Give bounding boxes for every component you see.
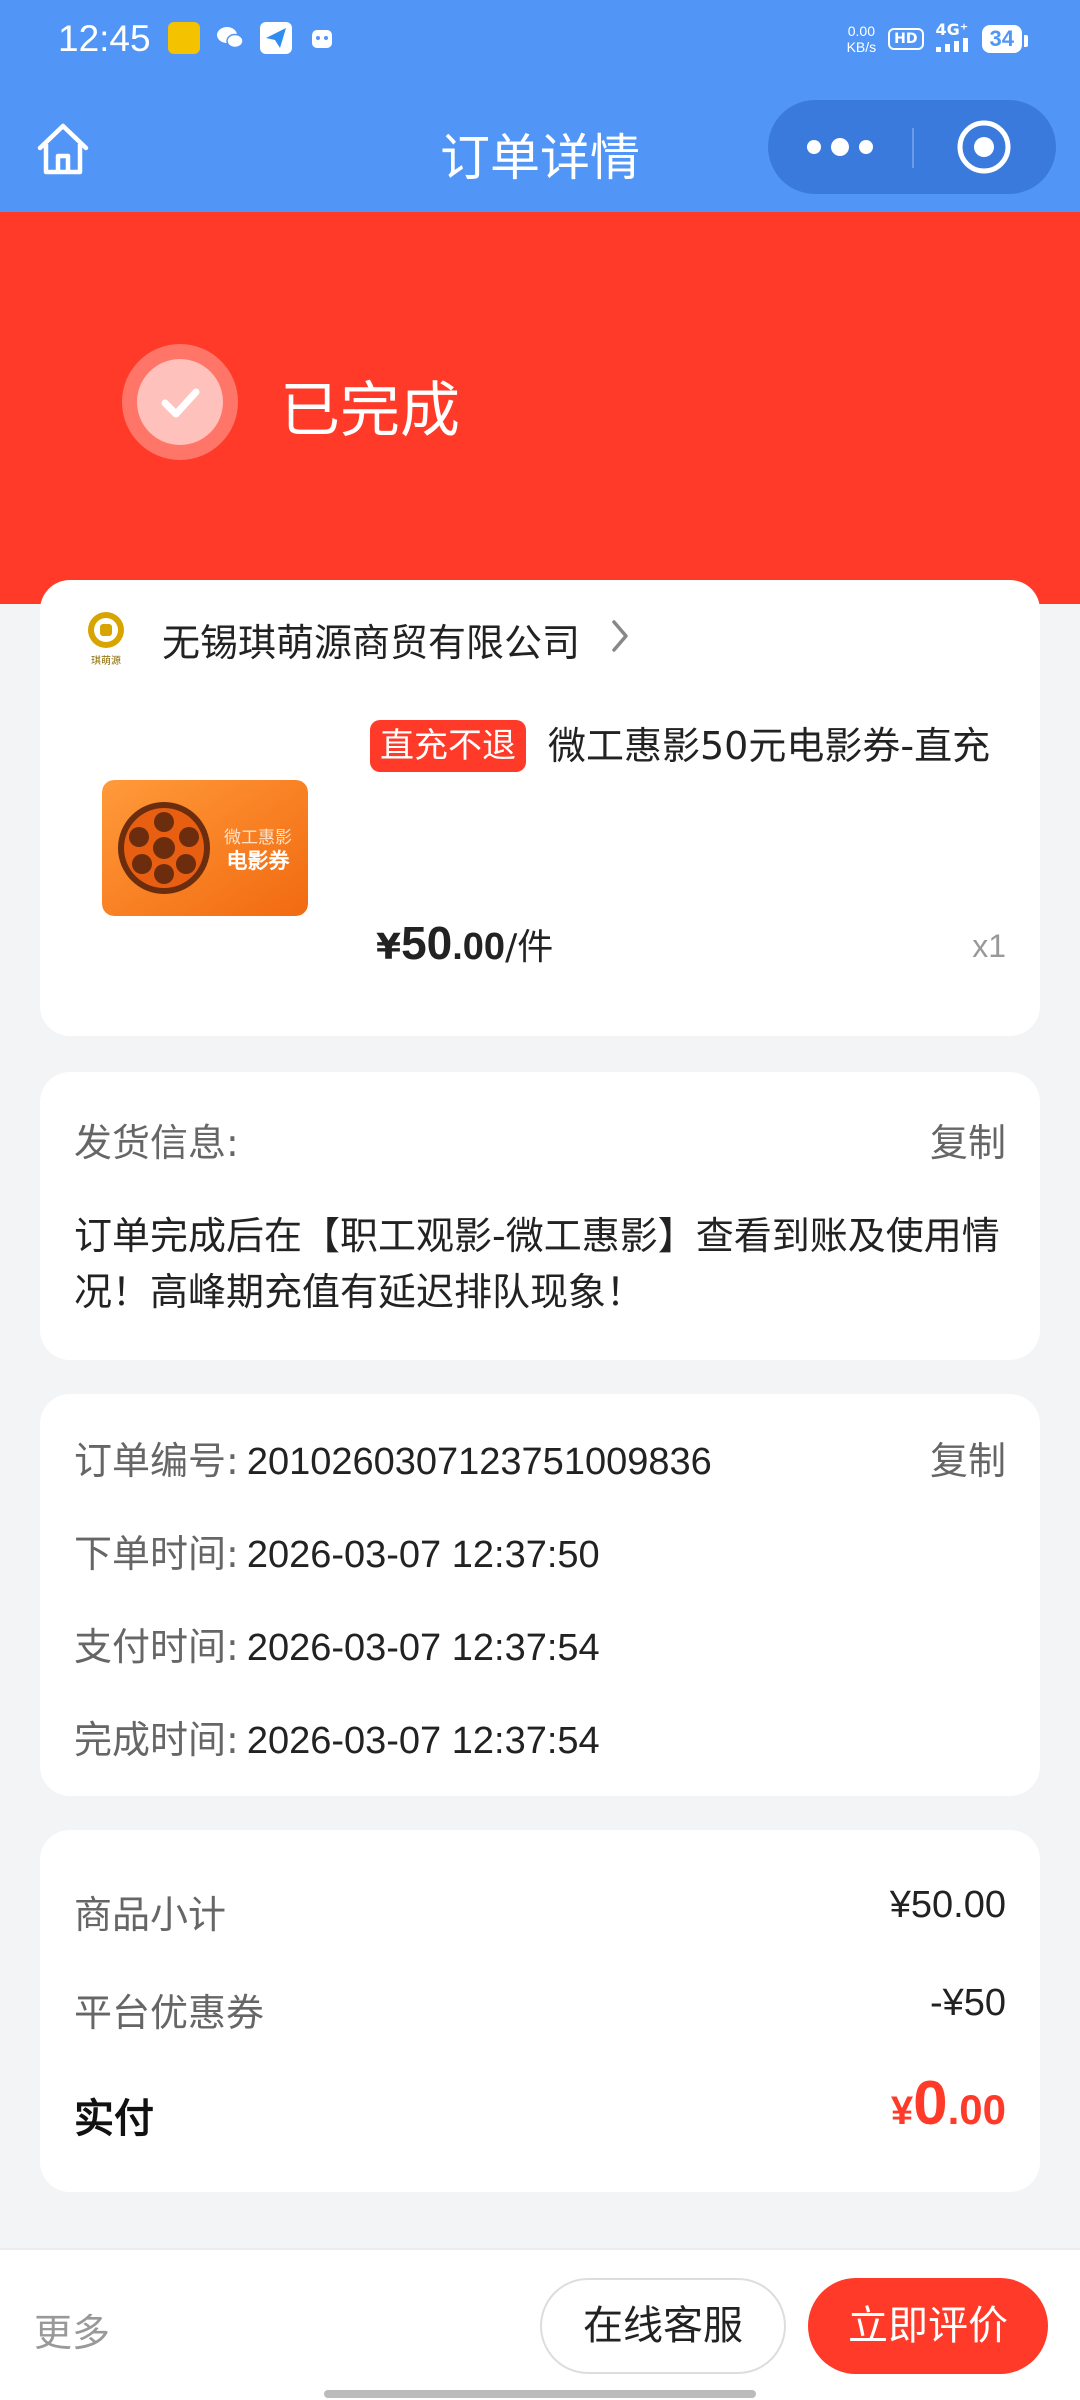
close-target-icon[interactable] (912, 100, 1056, 194)
status-bar: 12:45 0.00 KB/s HD 4G⁺ 34 (0, 0, 1080, 82)
product-card: 琪萌源 无锡琪萌源商贸有限公司 微工惠影 电影券 直充不退 微工惠影50元电影券… (40, 580, 1040, 1036)
no-refund-tag: 直充不退 (370, 720, 526, 772)
net-speed: 0.00 KB/s (846, 22, 877, 55)
order-created-time-row: 下单时间: 2026-03-07 12:37:50 (74, 1532, 600, 1576)
subtotal-value: ¥50.00 (889, 1884, 1006, 1926)
order-paid-time-row: 支付时间: 2026-03-07 12:37:54 (74, 1625, 600, 1669)
paid-label: 实付 (74, 2096, 154, 2142)
status-right: 0.00 KB/s HD 4G⁺ 34 (846, 22, 1029, 55)
status-time: 12:45 (58, 18, 151, 59)
svg-text:微工惠影: 微工惠影 (224, 828, 292, 848)
coupon-value: -¥50 (929, 1982, 1006, 2024)
shipping-info-text: 订单完成后在【职工观影-微工惠影】查看到账及使用情况！高峰期充值有延迟排队现象！ (74, 1214, 1000, 1314)
shipping-info-label: 发货信息: (74, 1121, 239, 1165)
checkmark-icon (161, 388, 200, 418)
shipping-info-card: 发货信息: 复制 订单完成后在【职工观影-微工惠影】查看到账及使用情况！高峰期充… (40, 1072, 1040, 1360)
more-dots-icon[interactable] (768, 100, 912, 194)
product-thumbnail[interactable]: 微工惠影 电影券 (102, 780, 308, 916)
app-notification-icon (168, 22, 200, 54)
order-info-card: 订单编号: 2010260307123751009836 复制 下单时间: 2026… (40, 1394, 1040, 1796)
hd-badge: HD (888, 27, 924, 50)
paid-amount: ¥0.00 (890, 2069, 1006, 2138)
send-app-icon (260, 22, 292, 54)
shop-name[interactable]: 无锡琪萌源商贸有限公司 (162, 612, 580, 667)
chevron-right-icon[interactable] (610, 618, 632, 654)
copy-shipping-button[interactable]: 复制 (930, 1112, 1006, 1167)
battery-icon: 34 (981, 24, 1029, 53)
product-quantity: x1 (972, 928, 1006, 964)
notification-icons (168, 22, 338, 54)
order-completed-time-row: 完成时间: 2026-03-07 12:37:54 (74, 1718, 600, 1762)
nav-bar: 订单详情 (0, 82, 1080, 212)
product-name[interactable]: 微工惠影50元电影券-直充 (548, 720, 990, 772)
robot-app-icon (306, 22, 338, 54)
order-status-label: 已完成 (280, 376, 460, 446)
bottom-action-bar: 更多 在线客服 立即评价 (0, 2248, 1080, 2400)
signal-icon: 4G⁺ (935, 22, 970, 55)
order-number-row: 订单编号: 2010260307123751009836 (74, 1439, 712, 1483)
completed-check-icon (122, 344, 238, 460)
price-summary-card: 商品小计 ¥50.00 平台优惠券 -¥50 实付 ¥0.00 (40, 1830, 1040, 2192)
order-status-banner: 已完成 (0, 212, 1080, 604)
svg-text:电影券: 电影券 (227, 849, 291, 873)
svg-text:琪萌源: 琪萌源 (91, 654, 121, 667)
subtotal-label: 商品小计 (74, 1893, 227, 1937)
miniprogram-capsule (768, 100, 1056, 194)
review-now-button[interactable]: 立即评价 (808, 2278, 1048, 2374)
home-indicator[interactable] (324, 2390, 756, 2398)
copy-order-number-button[interactable]: 复制 (930, 1430, 1006, 1485)
shop-logo[interactable]: 琪萌源 (78, 608, 134, 668)
online-service-button[interactable]: 在线客服 (540, 2278, 786, 2374)
more-button[interactable]: 更多 (34, 2302, 110, 2357)
product-price: ¥50.00/件 (376, 917, 554, 969)
wechat-icon (214, 22, 246, 54)
film-reel-icon (118, 802, 210, 894)
coupon-label: 平台优惠券 (74, 1991, 265, 2035)
